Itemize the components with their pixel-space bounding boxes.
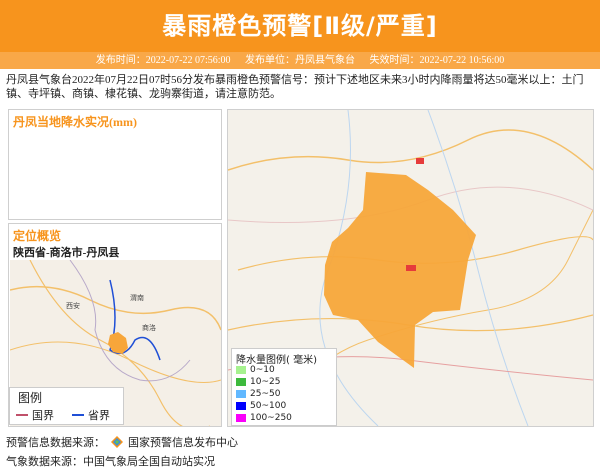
region-name: 陕西省-商洛市-丹凤县 <box>13 247 120 259</box>
rain-swatch-icon <box>236 402 246 410</box>
warning-source-line: 预警信息数据来源： 国家预警信息发布中心 <box>6 436 238 449</box>
location-panel-title: 定位概览 <box>13 229 62 243</box>
source-logo-icon <box>110 436 123 448</box>
map-label-xian: 西安 <box>66 301 80 310</box>
precip-panel: 丹凤当地降水实况(mm) <box>8 109 222 220</box>
rain-legend-item: 100~250 <box>236 413 292 423</box>
map-legend-title: 图例 <box>18 391 43 405</box>
map-legend: 图例 国界 省界 <box>9 387 124 425</box>
legend-item-national-border: 国界 <box>16 407 54 423</box>
precip-panel-title: 丹凤当地降水实况(mm) <box>13 115 137 129</box>
legend-item-province-border: 省界 <box>72 407 110 423</box>
rain-legend: 降水量图例( 毫米) 0~10 10~25 25~50 50~100 100~2… <box>231 348 337 426</box>
publisher: 发布单位：丹凤县气象台 <box>245 55 355 66</box>
weather-source-line: 气象数据来源：中国气象局全国自动站实况 <box>6 455 215 468</box>
rain-swatch-icon <box>236 366 246 374</box>
meta-bar: 发布时间：2022-07-22 07:56:00 发布单位：丹凤县气象台 失效时… <box>0 52 600 69</box>
map-label-weinan: 渭南 <box>130 293 144 302</box>
page-title: 暴雨橙色预警[Ⅱ级/严重] <box>162 12 438 40</box>
publish-time: 发布时间：2022-07-22 07:56:00 <box>95 55 231 66</box>
rain-legend-item: 25~50 <box>236 389 280 399</box>
warning-description: 丹凤县气象台2022年07月22日07时56分发布暴雨橙色预警信号：预计下述地区… <box>6 74 584 100</box>
province-border-line-icon <box>72 414 84 416</box>
rain-legend-item: 50~100 <box>236 401 286 411</box>
rain-swatch-icon <box>236 390 246 398</box>
expire-time: 失效时间：2022-07-22 10:56:00 <box>369 55 505 66</box>
map-label-shangluo: 商洛 <box>142 323 156 332</box>
rain-legend-item: 10~25 <box>236 377 280 387</box>
national-border-line-icon <box>16 414 28 416</box>
rain-swatch-icon <box>236 378 246 386</box>
header-banner: 暴雨橙色预警[Ⅱ级/严重] <box>0 0 600 52</box>
rain-legend-item: 0~10 <box>236 365 275 375</box>
rain-legend-title: 降水量图例( 毫米) <box>236 355 317 366</box>
rain-swatch-icon <box>236 414 246 422</box>
warning-source[interactable]: 国家预警信息发布中心 <box>128 436 238 449</box>
